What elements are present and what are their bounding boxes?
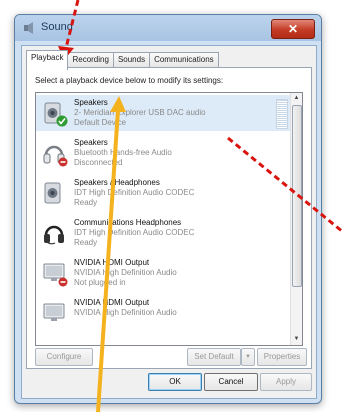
title-bar[interactable]: Sound ✕: [15, 15, 321, 41]
device-status: Disconnected: [74, 158, 123, 167]
disconnected-icon: [58, 157, 68, 167]
volume-meter: [276, 99, 288, 129]
default-check-icon: [56, 115, 68, 127]
speaker-icon: [24, 22, 33, 34]
dialog-body: Playback Recording Sounds Communications…: [21, 45, 317, 399]
set-default-dropdown-icon[interactable]: ▼: [241, 348, 255, 366]
close-button[interactable]: ✕: [271, 19, 315, 39]
device-item[interactable]: NVIDIA HDMI Output NVIDIA High Definitio…: [36, 255, 290, 291]
speaker-icon: [44, 182, 61, 204]
device-name: Communications Headphones: [74, 218, 182, 227]
device-item[interactable]: Communications Headphones IDT High Defin…: [36, 215, 290, 251]
cancel-button[interactable]: Cancel: [204, 373, 258, 391]
scroll-up-icon[interactable]: ▲: [291, 93, 302, 104]
window-title: Sound: [41, 21, 73, 33]
instruction-text: Select a playback device below to modify…: [35, 76, 224, 85]
device-name: NVIDIA HDMI Output: [74, 258, 150, 267]
headset-icon: [44, 225, 64, 245]
device-status: Not plugged in: [74, 278, 126, 287]
device-description: Bluetooth Hands-free Audio: [74, 148, 172, 157]
device-status: Ready: [74, 238, 98, 247]
properties-button[interactable]: Properties: [257, 348, 307, 366]
monitor-speaker-icon: [43, 303, 65, 321]
device-item[interactable]: NVIDIA HDMI Output NVIDIA High Definitio…: [36, 295, 290, 331]
set-default-button[interactable]: Set Default: [187, 348, 241, 366]
device-description: IDT High Definition Audio CODEC: [74, 188, 195, 197]
configure-button[interactable]: Configure: [35, 348, 93, 366]
scroll-thumb[interactable]: [292, 105, 302, 287]
device-status: Default Device: [74, 118, 127, 127]
device-name: Speakers: [74, 138, 108, 147]
apply-button[interactable]: Apply: [260, 373, 312, 391]
device-name: NVIDIA HDMI Output: [74, 298, 150, 307]
playback-panel: Select a playback device below to modify…: [26, 67, 312, 369]
device-list[interactable]: Speakers 2- Meridian Explorer USB DAC au…: [35, 92, 303, 346]
device-item[interactable]: Speakers / Headphones IDT High Definitio…: [36, 175, 290, 211]
device-item[interactable]: Speakers Bluetooth Hands-free Audio Disc…: [36, 135, 290, 171]
device-name: Speakers / Headphones: [74, 178, 160, 187]
device-name: Speakers: [74, 98, 108, 107]
device-description: NVIDIA High Definition Audio: [74, 308, 177, 317]
disconnected-icon: [58, 277, 68, 287]
device-item[interactable]: Speakers 2- Meridian Explorer USB DAC au…: [36, 95, 290, 131]
scroll-down-icon[interactable]: ▼: [291, 334, 302, 345]
device-status: Ready: [74, 198, 98, 207]
tab-playback[interactable]: Playback: [26, 50, 69, 70]
device-description: IDT High Definition Audio CODEC: [74, 228, 195, 237]
device-list-scrollbar[interactable]: ▲ ▼: [290, 93, 302, 345]
tab-strip: Playback Recording Sounds Communications: [26, 50, 219, 70]
device-description: 2- Meridian Explorer USB DAC audio: [74, 108, 206, 117]
sound-dialog: Sound ✕ Playback Recording Sounds Commun…: [14, 14, 322, 404]
ok-button[interactable]: OK: [148, 373, 202, 391]
device-description: NVIDIA High Definition Audio: [74, 268, 177, 277]
